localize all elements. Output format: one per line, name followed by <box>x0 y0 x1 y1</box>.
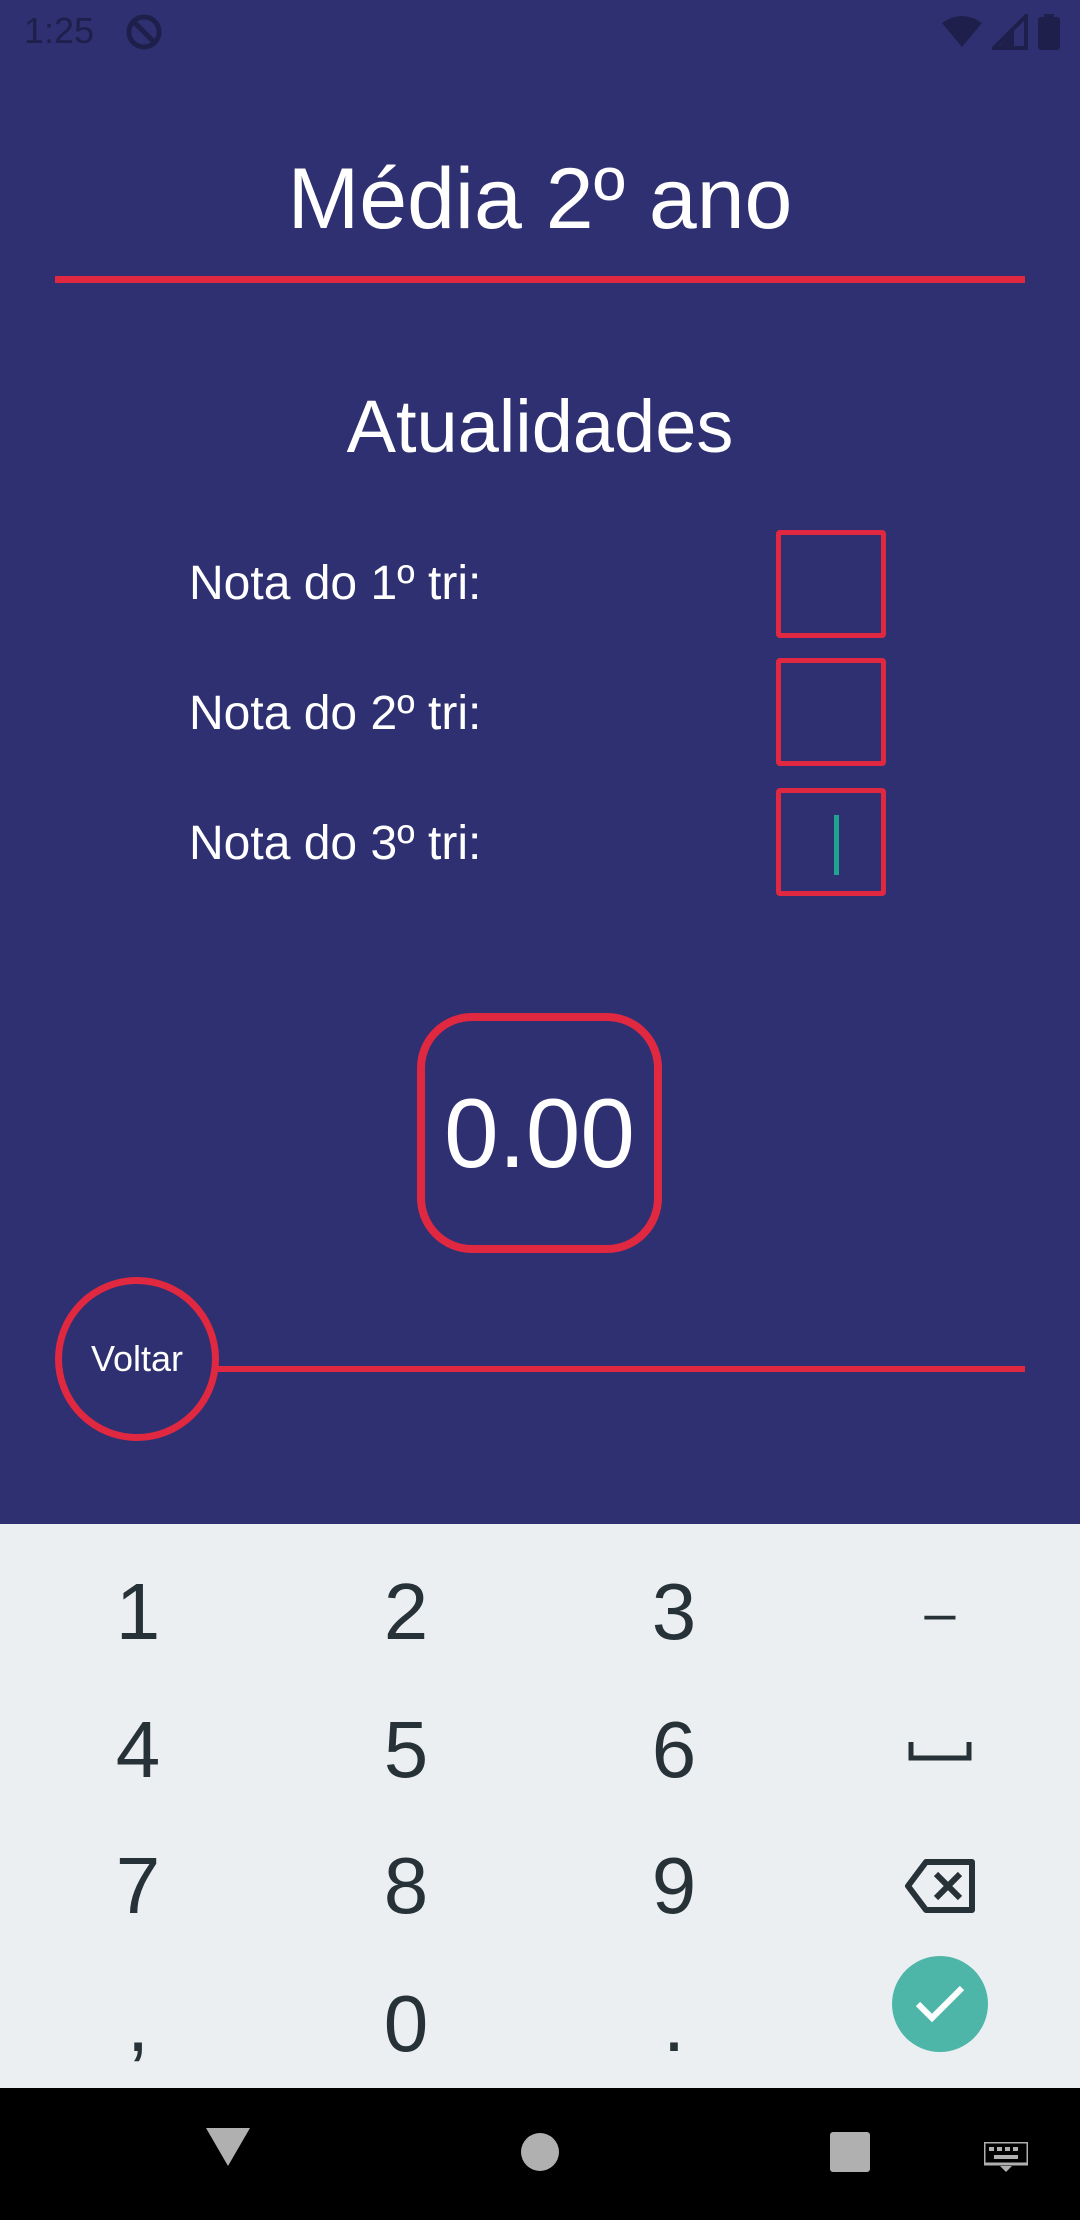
back-nav-icon[interactable] <box>206 2128 250 2168</box>
status-icons <box>942 12 1060 52</box>
grade-label-1: Nota do 1º tri: <box>189 557 482 610</box>
key-8[interactable]: 8 <box>272 1818 540 1954</box>
key-5[interactable]: 5 <box>272 1682 540 1818</box>
title-underline <box>55 276 1025 283</box>
home-nav-icon[interactable] <box>520 2132 560 2172</box>
key-3[interactable]: 3 <box>540 1544 808 1680</box>
key-7[interactable]: 7 <box>4 1818 272 1954</box>
confirm-button[interactable] <box>892 1956 988 2052</box>
key-6[interactable]: 6 <box>540 1682 808 1818</box>
grade-input-1[interactable] <box>776 530 886 638</box>
key-4[interactable]: 4 <box>4 1682 272 1818</box>
back-button[interactable]: Voltar <box>55 1277 219 1441</box>
page-title: Média 2º ano <box>287 151 793 247</box>
key-9[interactable]: 9 <box>540 1818 808 1954</box>
back-button-label: Voltar <box>90 1338 184 1379</box>
key-0[interactable]: 0 <box>272 1956 540 2092</box>
checkmark-icon <box>915 1985 965 2023</box>
key-backspace[interactable] <box>806 1818 1074 1954</box>
key-minus[interactable]: – <box>806 1544 1074 1680</box>
text-cursor <box>834 815 839 875</box>
grade-input-2[interactable] <box>776 658 886 766</box>
battery-icon <box>1038 14 1060 50</box>
space-icon <box>908 1742 972 1761</box>
grade-label-2: Nota do 2º tri: <box>189 687 482 740</box>
average-value: 0.00 <box>444 1077 635 1188</box>
recents-nav-icon[interactable] <box>830 2132 870 2172</box>
wifi-icon <box>942 16 982 47</box>
back-divider-line <box>215 1366 1025 1372</box>
keyboard-switch-icon[interactable] <box>984 2142 1028 2172</box>
key-comma[interactable]: , <box>4 1956 272 2092</box>
subject-title: Atualidades <box>346 385 734 468</box>
grade-label-3: Nota do 3º tri: <box>189 817 482 870</box>
status-time: 1:25 <box>24 10 95 51</box>
key-2[interactable]: 2 <box>272 1544 540 1680</box>
key-space[interactable] <box>806 1682 1074 1818</box>
signal-icon <box>992 14 1028 50</box>
average-result: 0.00 <box>417 1013 662 1253</box>
key-period[interactable]: . <box>540 1956 808 2092</box>
do-not-disturb-icon <box>126 14 162 50</box>
grade-input-3[interactable] <box>776 788 886 896</box>
backspace-icon <box>905 1859 975 1913</box>
key-1[interactable]: 1 <box>4 1544 272 1680</box>
